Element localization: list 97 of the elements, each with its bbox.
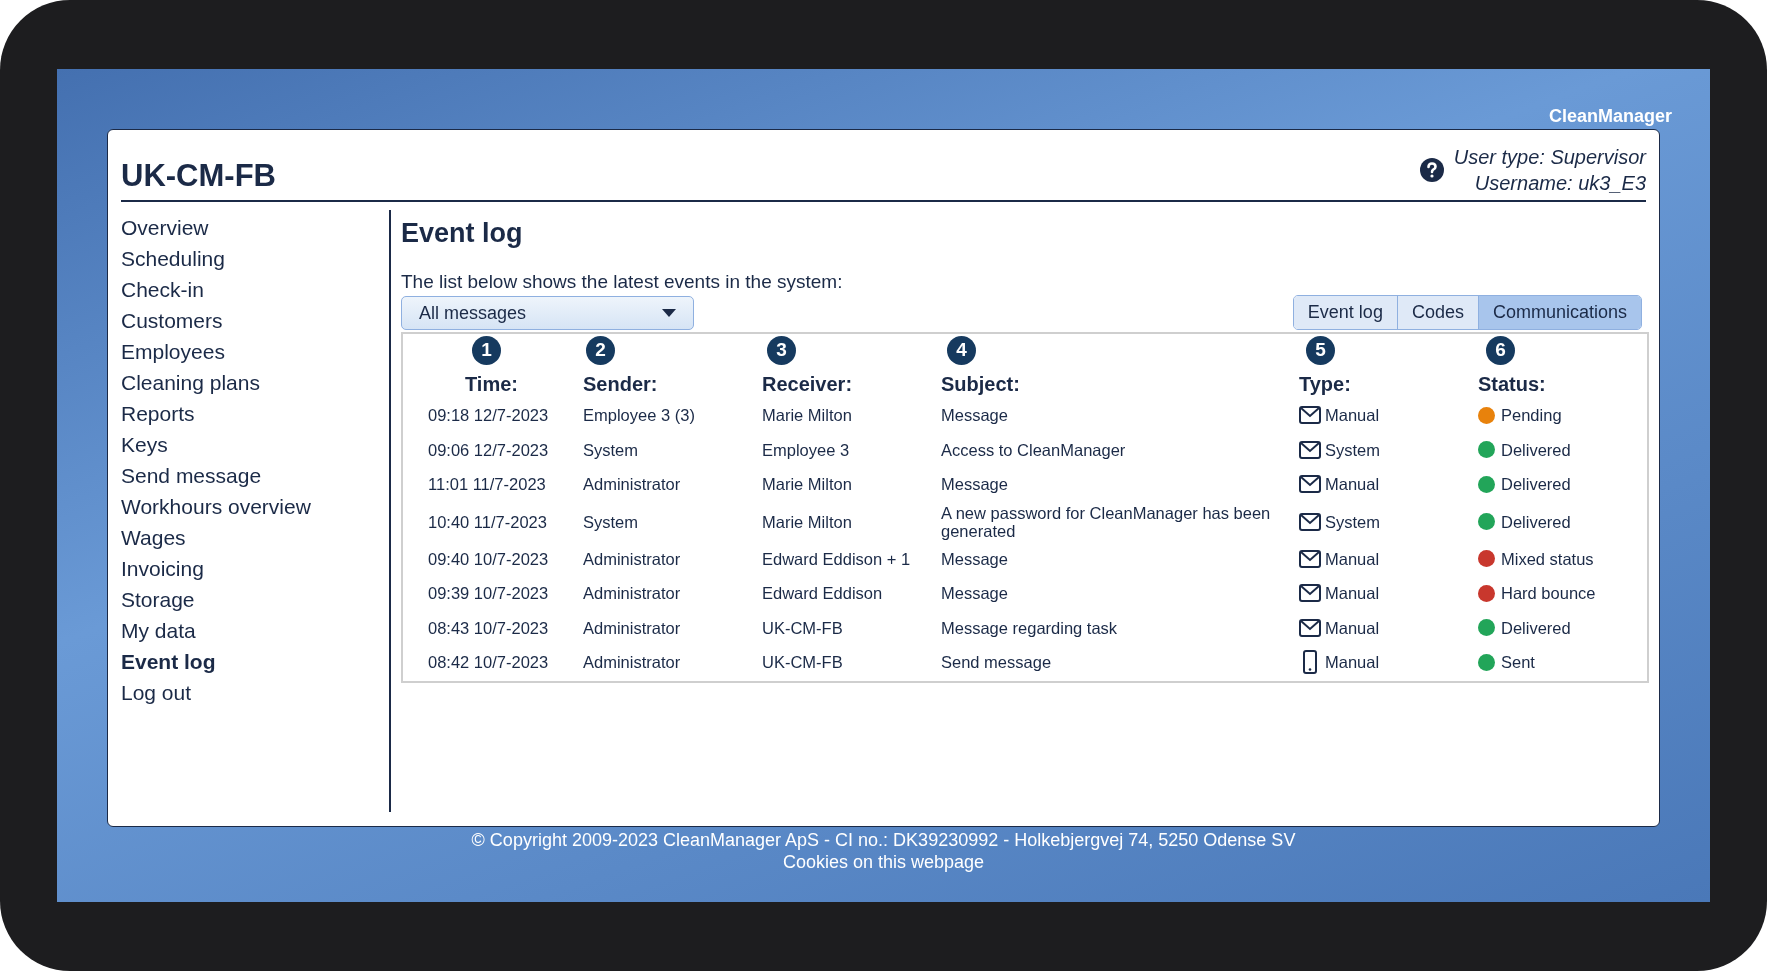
table-cell: Marie Milton — [762, 475, 852, 494]
table-cell: Mixed status — [1501, 549, 1594, 568]
callout-badge: 1 — [472, 336, 501, 365]
callout-badge: 5 — [1306, 336, 1335, 365]
sidebar-item[interactable]: My data — [121, 615, 196, 646]
sidebar-item[interactable]: Scheduling — [121, 243, 225, 274]
table-cell: Manual — [1325, 618, 1380, 637]
user-type: User type: Supervisor — [1453, 145, 1646, 170]
sidebar-item[interactable]: Storage — [121, 584, 195, 615]
sidebar-item[interactable]: Cleaning plans — [121, 367, 260, 398]
table-cell: Manual — [1325, 475, 1380, 494]
table-cell: 09:18 12/7-2023 — [428, 406, 549, 425]
table-cell: Edward Eddison — [762, 584, 883, 603]
caret-icon — [662, 309, 676, 317]
callout-badge: 3 — [767, 336, 796, 365]
sidebar-item[interactable]: Check-in — [121, 274, 204, 305]
table-cell: Delivered — [1501, 475, 1571, 494]
table-cell: 08:43 10/7-2023 — [428, 618, 549, 637]
sidebar-item[interactable]: Reports — [121, 398, 195, 429]
table-cell: Employee 3 — [762, 440, 850, 459]
table-cell: Pending — [1501, 406, 1562, 425]
table-cell: UK-CM-FB — [762, 618, 843, 637]
table-cell: 09:06 12/7-2023 — [428, 440, 549, 459]
tab[interactable]: Codes — [1396, 296, 1478, 329]
sidebar-item[interactable]: Invoicing — [121, 553, 204, 584]
envelope-icon — [1299, 618, 1321, 637]
table-cell-text: Message — [941, 549, 1009, 568]
table-cell: Administrator — [583, 618, 681, 637]
table-cell: System — [1325, 512, 1380, 531]
column-header: Status: — [1478, 372, 1546, 396]
table-cell-text: Message — [941, 475, 1009, 494]
table-cell: 09:39 10/7-2023 — [428, 584, 549, 603]
username: Username: uk3_E3 — [1474, 171, 1646, 196]
callout-badge: 2 — [586, 336, 615, 365]
table-cell: Marie Milton — [762, 512, 852, 531]
envelope-icon — [1299, 584, 1321, 603]
envelope-icon — [1299, 549, 1321, 568]
table-cell: Sent — [1501, 653, 1535, 672]
column-header: Sender: — [583, 372, 658, 396]
table-cell: Marie Milton — [762, 406, 852, 425]
sidebar-item[interactable]: Log out — [121, 677, 192, 708]
description: The list below shows the latest events in the system: — [401, 270, 843, 294]
copyright-text: © Copyright 2009-2023 CleanManager ApS - CI no.: DK39230992 - Holkebjergvej 74, 5250 Odense SV — [471, 829, 1296, 851]
table-cell: Hard bounce — [1501, 584, 1596, 603]
callout-badge: 6 — [1486, 336, 1515, 365]
table-cell-text: Message — [941, 406, 1009, 425]
tab[interactable]: Communications — [1477, 296, 1641, 329]
table-cell: 11:01 11/7-2023 — [428, 475, 546, 494]
sidebar-item[interactable]: Send message — [121, 460, 262, 491]
table-cell: Manual — [1325, 584, 1380, 603]
table-cell-text: Send message — [941, 653, 1053, 672]
table-cell: 10:40 11/7-2023 — [428, 512, 547, 531]
message-filter-dropdown[interactable]: All messages — [401, 296, 694, 330]
brand-name: CleanManager — [1548, 105, 1672, 127]
tab[interactable]: Event log — [1293, 296, 1397, 329]
table-cell: 08:42 10/7-2023 — [428, 653, 549, 672]
table-cell-text: Message — [941, 584, 1009, 603]
table-cell: Manual — [1325, 549, 1380, 568]
table-cell: Delivered — [1501, 618, 1571, 637]
table-cell: Edward Eddison + 1 — [762, 549, 911, 568]
table-cell: System — [583, 440, 638, 459]
sidebar-item[interactable]: Customers — [121, 305, 223, 336]
table-cell-text: A new password for CleanManager has been generated — [941, 503, 1272, 540]
table-cell: UK-CM-FB — [762, 653, 843, 672]
table-cell: Delivered — [1501, 440, 1571, 459]
envelope-icon — [1299, 406, 1321, 425]
table-cell: Administrator — [583, 549, 681, 568]
sidebar-item[interactable]: Event log — [121, 646, 216, 677]
sidebar-item[interactable]: Overview — [121, 212, 209, 243]
column-header: Subject: — [941, 372, 1020, 396]
envelope-icon — [1299, 475, 1321, 494]
table-cell: Manual — [1325, 406, 1380, 425]
table-cell: Manual — [1325, 653, 1380, 672]
section-heading: Event log — [401, 217, 524, 250]
help-icon[interactable] — [1419, 158, 1444, 182]
table-cell: System — [583, 512, 638, 531]
sidebar-item[interactable]: Employees — [121, 336, 225, 367]
table-cell-text: Message regarding task — [941, 618, 1119, 637]
table-cell: Delivered — [1501, 512, 1571, 531]
page-title: UK-CM-FB — [121, 158, 276, 194]
table-cell: Employee 3 (3) — [583, 406, 695, 425]
envelope-icon — [1299, 440, 1321, 459]
table-cell: Administrator — [583, 475, 681, 494]
column-header: Time: — [465, 372, 518, 396]
cookies-link[interactable]: Cookies on this webpage — [782, 851, 985, 873]
sidebar-item[interactable]: Wages — [121, 522, 186, 553]
table-cell: Administrator — [583, 584, 681, 603]
column-header: Type: — [1299, 372, 1351, 396]
table-cell: 09:40 10/7-2023 — [428, 549, 549, 568]
envelope-icon — [1299, 512, 1321, 531]
table-cell: System — [1325, 440, 1380, 459]
table-cell-text: Access to CleanManager — [941, 440, 1127, 459]
table-cell: Administrator — [583, 653, 681, 672]
callout-badge: 4 — [947, 336, 976, 365]
sidebar-item[interactable]: Workhours overview — [121, 491, 311, 522]
sidebar-item[interactable]: Keys — [121, 429, 168, 460]
column-header: Receiver: — [762, 372, 853, 396]
